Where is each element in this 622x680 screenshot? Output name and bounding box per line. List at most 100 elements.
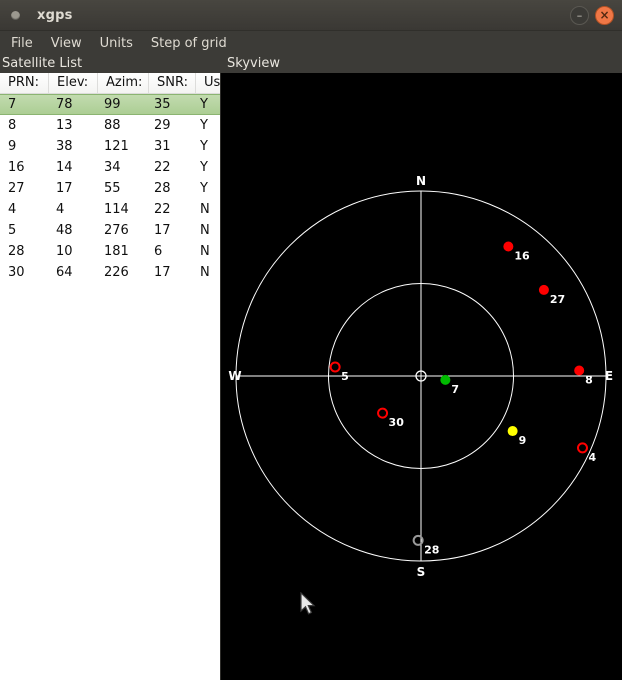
satellite-cell: N — [200, 202, 210, 217]
satellite-prn-label-4: 4 — [588, 451, 596, 464]
satellite-cell: 22 — [154, 160, 171, 175]
satellite-marker-16 — [503, 241, 514, 252]
satellite-cell: 10 — [56, 244, 73, 259]
column-header[interactable]: PRN: — [0, 73, 49, 93]
satellite-cell: 29 — [154, 118, 171, 133]
satellite-prn-label-5: 5 — [341, 370, 349, 383]
satellite-prn-label-8: 8 — [585, 373, 593, 386]
satellite-prn-label-28: 28 — [424, 543, 439, 556]
satellite-cell: 17 — [154, 265, 171, 280]
compass-label-south: S — [417, 565, 426, 579]
mouse-cursor — [300, 592, 316, 615]
satellite-cell: Y — [200, 118, 208, 133]
main-content: PRN:Elev:Azim:SNR:Used: 7789935Y8138829Y… — [0, 73, 622, 680]
satellite-cell: 31 — [154, 139, 171, 154]
panel-label-strip: Satellite List Skyview — [0, 56, 622, 73]
satellite-cell: 30 — [8, 265, 25, 280]
skyview-plot: N S W E 7 8 9 16 27 4 5 28 30 — [228, 174, 613, 579]
menu-units[interactable]: Units — [91, 32, 142, 55]
minimize-button[interactable]: – — [570, 5, 589, 25]
satellite-marker-7 — [440, 374, 451, 385]
satellite-prn-label-27: 27 — [550, 293, 565, 306]
satellite-cell: 226 — [104, 265, 129, 280]
satellite-cell: 6 — [154, 244, 163, 259]
menubar: File View Units Step of grid — [0, 31, 622, 56]
satellite-cell: 55 — [104, 181, 121, 196]
satellite-cell: 121 — [104, 139, 129, 154]
satellite-cell: 27 — [8, 181, 25, 196]
skyview-panel: N S W E 7 8 9 16 27 4 5 28 30 — [221, 73, 622, 680]
satellite-cell: 5 — [8, 223, 17, 238]
satellite-row-16[interactable]: 16 14 34 22 Y — [0, 157, 220, 178]
column-header[interactable]: Azim: — [98, 73, 149, 93]
satellite-cell: 28 — [154, 181, 171, 196]
window-title: xgps — [37, 7, 73, 23]
satellite-cell: 88 — [104, 118, 121, 133]
satellite-cell: 28 — [8, 244, 25, 259]
satellite-row-4[interactable]: 4 4 114 22 N — [0, 199, 220, 220]
satellite-cell: 276 — [104, 223, 129, 238]
satellite-cell: N — [200, 223, 210, 238]
satellite-cell: 17 — [56, 181, 73, 196]
satellite-row-5[interactable]: 5 48 276 17 N — [0, 220, 220, 241]
satellite-marker-8 — [574, 365, 585, 376]
satellite-cell: 34 — [104, 160, 121, 175]
satellite-row-30[interactable]: 30 64 226 17 N — [0, 262, 220, 283]
satellite-cell: 14 — [56, 160, 73, 175]
satellite-marker-27 — [538, 284, 549, 295]
satellite-marker-9 — [507, 426, 518, 437]
satellite-cell: 181 — [104, 244, 129, 259]
satellite-marker-4 — [576, 442, 588, 454]
satellite-table-body: 7 78 99 35 Y 8 13 88 29 Y 9 38 121 31 Y 16 14 34 22 Y 27 17 55… — [0, 94, 220, 283]
satellite-cell: Y — [200, 139, 208, 154]
satellite-cell: 78 — [56, 97, 73, 112]
close-button[interactable]: × — [595, 5, 614, 25]
titlebar[interactable]: xgps – × — [0, 0, 622, 31]
satellite-row-28[interactable]: 28 10 181 6 N — [0, 241, 220, 262]
satellite-cell: 17 — [154, 223, 171, 238]
column-header[interactable]: SNR: — [149, 73, 196, 93]
column-header[interactable]: Used: — [196, 73, 220, 93]
satellite-cell: N — [200, 244, 210, 259]
satellite-cell: 7 — [8, 97, 17, 112]
satellite-cell: 13 — [56, 118, 73, 133]
satellite-prn-label-7: 7 — [451, 383, 459, 396]
satellite-cell: 4 — [8, 202, 17, 217]
satellite-cell: 38 — [56, 139, 73, 154]
satellite-cell: 8 — [8, 118, 17, 133]
satellite-cell: Y — [200, 97, 208, 112]
table-header-row: PRN:Elev:Azim:SNR:Used: — [0, 73, 220, 94]
satellite-cell: 48 — [56, 223, 73, 238]
satellite-prn-label-16: 16 — [514, 249, 530, 262]
xgps-window: xgps – × File View Units Step of grid Sa… — [0, 0, 622, 680]
satellite-row-27[interactable]: 27 17 55 28 Y — [0, 178, 220, 199]
satellite-cell: 114 — [104, 202, 129, 217]
satellite-row-9[interactable]: 9 38 121 31 Y — [0, 136, 220, 157]
satellite-marker-5 — [329, 361, 341, 373]
satellite-row-8[interactable]: 8 13 88 29 Y — [0, 115, 220, 136]
satellite-cell: 64 — [56, 265, 73, 280]
minimize-icon: – — [576, 8, 583, 22]
menu-file[interactable]: File — [2, 32, 42, 55]
menu-view[interactable]: View — [42, 32, 91, 55]
satellite-row-7[interactable]: 7 78 99 35 Y — [0, 94, 220, 115]
satellite-prn-label-9: 9 — [519, 434, 527, 447]
satellite-prn-label-30: 30 — [389, 416, 405, 429]
satellite-marker-30 — [377, 407, 389, 419]
app-icon — [11, 10, 20, 20]
compass-label-east: E — [605, 369, 613, 383]
compass-label-north: N — [416, 174, 426, 188]
column-header[interactable]: Elev: — [49, 73, 98, 93]
skyview-label: Skyview — [227, 56, 280, 71]
satellite-cell: 99 — [104, 97, 121, 112]
menu-step-of-grid[interactable]: Step of grid — [142, 32, 236, 55]
satellite-cell: Y — [200, 181, 208, 196]
satellite-list-panel: PRN:Elev:Azim:SNR:Used: 7 78 99 35 Y 8 13 88 29 Y… — [0, 73, 221, 680]
window-controls: – × — [570, 5, 614, 25]
satellite-cell: N — [200, 265, 210, 280]
satellite-list-label: Satellite List — [2, 56, 83, 71]
close-icon: × — [599, 8, 610, 22]
satellite-cell: Y — [200, 160, 208, 175]
satellite-cell: 35 — [154, 97, 171, 112]
satellite-cell: 22 — [154, 202, 171, 217]
